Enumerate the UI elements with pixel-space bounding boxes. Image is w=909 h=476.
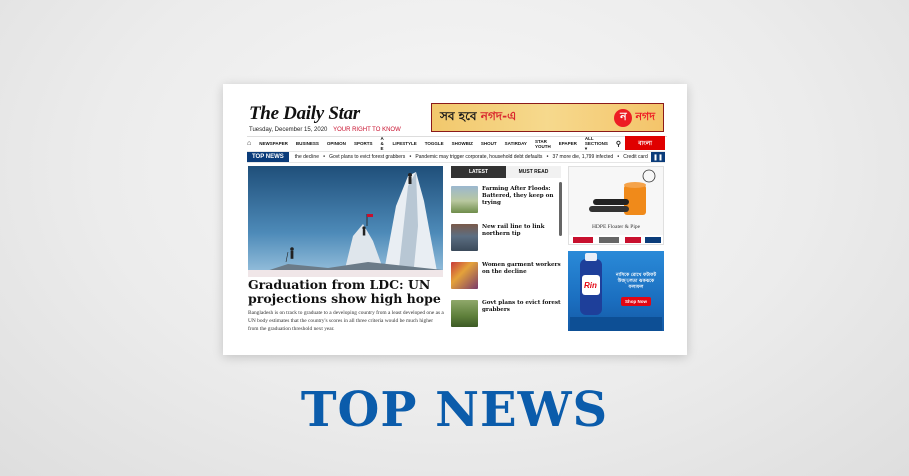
bangla-edition-button[interactable]: বাংলা: [625, 136, 665, 150]
story-thumbnail: [451, 262, 478, 289]
nav-item-lifestyle[interactable]: LIFESTYLE: [392, 141, 416, 146]
list-item[interactable]: Farming After Floods: Battered, they kee…: [451, 186, 561, 216]
ad-brand: ন নগদ: [614, 108, 655, 127]
latest-scrollbar[interactable]: [559, 182, 562, 236]
ticker-item[interactable]: Pandemic may trigger corporate, househol…: [405, 154, 542, 160]
current-date: Tuesday, December 15, 2020: [249, 127, 328, 133]
ticker-pause-icon[interactable]: ❚❚: [651, 152, 665, 162]
site-logo[interactable]: The Daily Star: [249, 104, 401, 123]
rin-bottle-graphic: [570, 253, 662, 331]
list-item[interactable]: New rail line to link northern tip: [451, 224, 561, 254]
list-item[interactable]: Govt plans to evict forest grabbers: [451, 300, 561, 330]
story-headline[interactable]: Farming After Floods: Battered, they kee…: [482, 186, 561, 216]
sidebar-ads: HDPE Floater & Pipe Rin নাসিকে রোখে ফটাফ…: [568, 166, 664, 331]
nav-item-toggle[interactable]: TOGGLE: [425, 141, 444, 146]
list-item[interactable]: Women garment workers on the decline: [451, 262, 561, 292]
pipe-advertisement[interactable]: HDPE Floater & Pipe: [568, 166, 664, 245]
nagad-logo-icon: ন: [614, 108, 633, 127]
tab-latest[interactable]: LATEST: [451, 166, 506, 178]
nav-item-shout[interactable]: SHOUT: [481, 141, 497, 146]
home-icon[interactable]: ⌂: [247, 140, 251, 147]
hero-headline[interactable]: Graduation from LDC: UN projections show…: [248, 278, 444, 306]
page-title: TOP NEWS: [300, 382, 609, 438]
news-ticker: TOP NEWS the decline Govt plans to evict…: [247, 151, 665, 163]
nav-item-satirday[interactable]: SATIRDAY: [505, 141, 527, 146]
main-navigation: ⌂ NEWSPAPER BUSINESS OPINION SPORTS A & …: [247, 136, 667, 152]
ad-brand-name: নগদ: [635, 110, 655, 123]
ad-slogan-highlight: নগদ-এ: [480, 108, 517, 123]
nav-item-opinion[interactable]: OPINION: [327, 141, 346, 146]
nav-item-epaper[interactable]: EPAPER: [559, 141, 577, 146]
ticker-item[interactable]: Govt plans to evict forest grabbers: [319, 154, 405, 160]
ad-slogan-part1: সব হবে: [440, 108, 481, 123]
nav-item-business[interactable]: BUSINESS: [296, 141, 319, 146]
nav-item-newspaper[interactable]: NEWSPAPER: [259, 141, 288, 146]
story-thumbnail: [451, 224, 478, 251]
tab-must-read[interactable]: MUST READ: [506, 166, 561, 178]
rin-advertisement[interactable]: Rin নাসিকে রোখে ফটাফট উজ্জ্বলতা ঝকঝকে ফল…: [568, 251, 664, 331]
nav-item-ae[interactable]: A & E: [380, 136, 384, 151]
top-advertisement[interactable]: সব হবে নগদ-এ ন নগদ: [431, 103, 664, 132]
rin-brand-label: Rin: [584, 281, 597, 290]
nav-item-star-youth[interactable]: STAR YOUTH: [535, 139, 551, 149]
ticker-item[interactable]: 37 more die, 1,799 infected: [542, 154, 614, 160]
hero-summary: Bangladesh is on track to graduate to a …: [248, 310, 444, 332]
masthead: The Daily Star Tuesday, December 15, 202…: [249, 104, 401, 133]
dateline: Tuesday, December 15, 2020 YOUR RIGHT TO…: [249, 127, 401, 133]
latest-news-panel: LATEST MUST READ Farming After Floods: B…: [451, 166, 561, 336]
ticker-item[interactable]: Credit card: [613, 154, 647, 160]
shop-now-button[interactable]: Shop Now: [621, 297, 651, 306]
site-tagline: YOUR RIGHT TO KNOW: [333, 127, 401, 133]
ad-slogan: সব হবে নগদ-এ: [440, 108, 516, 128]
nav-item-all-sections[interactable]: ALL SECTIONS ▾: [585, 136, 608, 152]
ticker-label: TOP NEWS: [247, 152, 289, 162]
pipe-ad-caption: HDPE Floater & Pipe: [591, 224, 641, 230]
story-headline[interactable]: New rail line to link northern tip: [482, 224, 561, 254]
latest-tabs: LATEST MUST READ: [451, 166, 561, 178]
story-thumbnail: [451, 186, 478, 213]
hero-image[interactable]: [248, 166, 443, 277]
nav-item-sports[interactable]: SPORTS: [354, 141, 373, 146]
pipe-ad-graphic: [569, 169, 663, 244]
website-screenshot: The Daily Star Tuesday, December 15, 202…: [223, 84, 687, 355]
story-thumbnail: [451, 300, 478, 327]
rin-ad-text: নাসিকে রোখে ফটাফট উজ্জ্বলতা ঝকঝকে ফলাফল: [615, 273, 657, 290]
search-icon[interactable]: ⚲: [616, 140, 621, 148]
story-headline[interactable]: Women garment workers on the decline: [482, 262, 561, 292]
nav-item-showbiz[interactable]: SHOWBIZ: [452, 141, 473, 146]
ticker-item[interactable]: the decline: [295, 154, 319, 160]
story-headline[interactable]: Govt plans to evict forest grabbers: [482, 300, 561, 330]
